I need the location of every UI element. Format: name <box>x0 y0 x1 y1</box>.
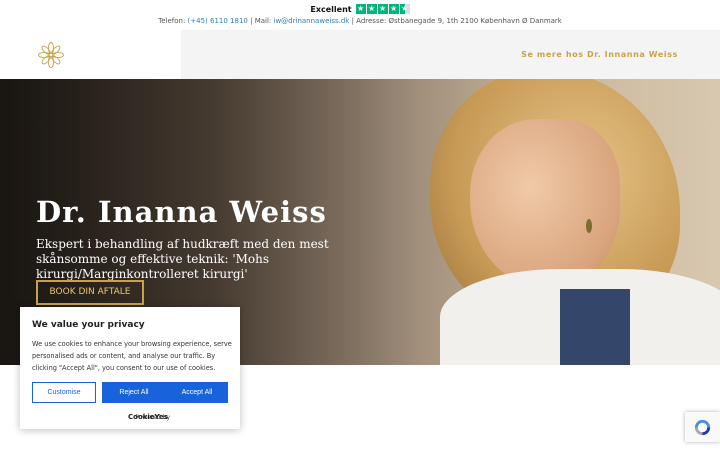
recaptcha-icon <box>694 419 711 436</box>
cookieyes-brand[interactable]: CookieYes <box>128 413 168 421</box>
top-bar: Excellent ★ ★ ★ ★ ★ Telefon: (+45) 6110 … <box>0 0 720 30</box>
contact-line: Telefon: (+45) 6110 1810 | Mail: iw@drin… <box>0 17 720 25</box>
address-text: Adresse: Østbanegade 9, 1th 2100 Københa… <box>356 17 562 25</box>
separator: | <box>351 17 354 25</box>
reject-all-button[interactable]: Reject All <box>102 382 166 403</box>
star-icon: ★ <box>355 4 366 14</box>
hero-photo-scrubs <box>560 289 630 365</box>
accept-all-button[interactable]: Accept All <box>166 382 228 403</box>
book-appointment-button[interactable]: BOOK DIN AFTALE <box>36 280 144 305</box>
nav-link-see-more[interactable]: Se mere hos Dr. Innanna Weiss <box>521 50 678 59</box>
hero-title: Dr. Inanna Weiss <box>36 195 327 229</box>
customise-button[interactable]: Customise <box>32 382 96 403</box>
cookie-text: We use cookies to enhance your browsing … <box>32 340 232 372</box>
hero-photo-earring <box>586 219 592 233</box>
trustpilot-stars: ★ ★ ★ ★ ★ <box>355 4 410 14</box>
separator: | <box>250 17 253 25</box>
star-half-icon: ★ <box>399 4 410 14</box>
mandala-logo-icon[interactable] <box>38 42 64 68</box>
trustpilot-label: Excellent <box>310 4 352 14</box>
star-icon: ★ <box>388 4 399 14</box>
cookie-title: We value your privacy <box>32 320 145 330</box>
recaptcha-badge[interactable] <box>685 412 720 442</box>
site-header: Se mere hos Dr. Innanna Weiss <box>0 30 720 79</box>
phone-link[interactable]: (+45) 6110 1810 <box>188 17 248 25</box>
hero-subtitle: Ekspert i behandling af hudkræft med den… <box>36 237 329 281</box>
mail-link[interactable]: iw@drinannaweiss.dk <box>274 17 350 25</box>
cookie-consent-banner: We value your privacy We use cookies to … <box>20 307 240 429</box>
phone-label: Telefon: <box>158 17 186 25</box>
header-logo-area <box>0 30 181 79</box>
mail-label: Mail: <box>254 17 272 25</box>
trustpilot-widget[interactable]: Excellent ★ ★ ★ ★ ★ <box>0 3 720 15</box>
star-icon: ★ <box>377 4 388 14</box>
star-icon: ★ <box>366 4 377 14</box>
